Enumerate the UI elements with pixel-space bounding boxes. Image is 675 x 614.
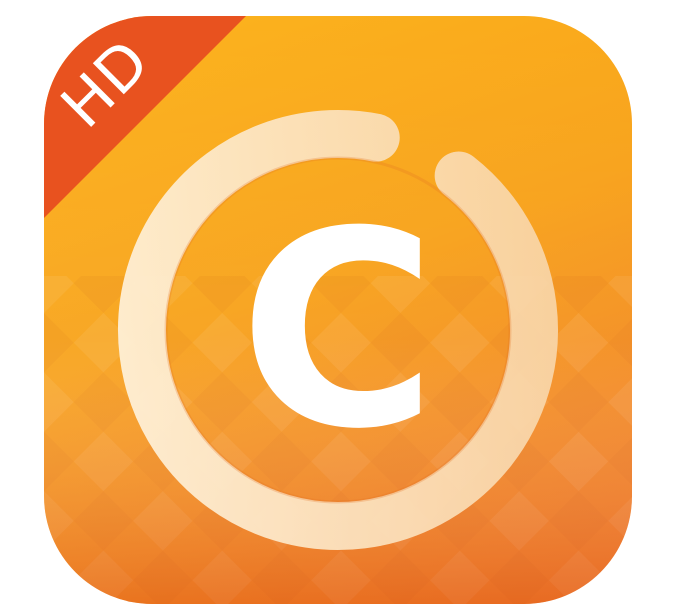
- icon-canvas: HD C: [0, 0, 675, 614]
- app-icon-artwork: HD C: [44, 16, 632, 604]
- app-icon[interactable]: HD C: [44, 16, 632, 604]
- logo-letter-c: C: [239, 173, 437, 488]
